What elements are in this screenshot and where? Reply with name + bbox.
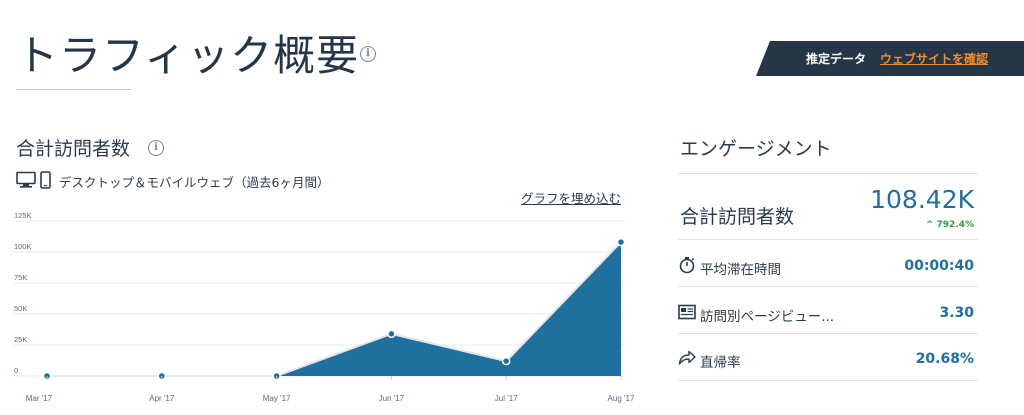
- chart-series: [42, 237, 626, 381]
- info-icon[interactable]: i: [148, 140, 164, 156]
- stopwatch-icon: [679, 257, 695, 274]
- estimate-banner: 推定データ ウェブサイトを確認: [756, 41, 1024, 76]
- y-tick-label: 100K: [14, 242, 32, 251]
- page-title: トラフィック概要: [16, 31, 360, 80]
- x-tick-label: Apr '17: [149, 394, 175, 403]
- bounce-rate-label: 直帰率: [700, 355, 741, 371]
- desktop-icon: [16, 171, 36, 188]
- x-tick-label: Jun '17: [379, 394, 405, 403]
- divider: [678, 173, 978, 174]
- device-icons: [16, 171, 51, 189]
- y-tick-label: 75K: [14, 273, 27, 282]
- avg-duration-value: 00:00:40: [904, 258, 974, 274]
- y-tick-label: 0: [14, 366, 18, 375]
- device-scope-label: デスクトップ＆モバイルウェブ（過去6ヶ月間）: [59, 175, 330, 190]
- pages-icon: [678, 304, 696, 320]
- divider: [678, 286, 978, 287]
- visits-area-chart: 0 25K 50K 75K 100K 125K Mar '17 Apr '17 May '17 J…: [14, 211, 635, 403]
- banner-notch: [756, 41, 770, 76]
- engagement-heading: エンゲージメント: [680, 138, 832, 160]
- y-tick-label: 50K: [14, 304, 27, 313]
- estimate-label: 推定データ: [806, 52, 867, 66]
- divider: [678, 380, 978, 381]
- mobile-icon: [40, 171, 51, 189]
- visits-change-badge: ^ 792.4%: [860, 220, 974, 230]
- x-tick-label: Mar '17: [26, 394, 53, 403]
- visits-heading: 合計訪問者数: [16, 138, 131, 160]
- avg-duration-label: 平均滞在時間: [700, 262, 781, 278]
- data-point[interactable]: [387, 329, 396, 339]
- pages-per-visit-label: 訪問別ページビュー...: [700, 309, 835, 325]
- x-tick-label: May '17: [263, 394, 291, 403]
- visits-change-value: 792.4%: [936, 220, 975, 230]
- divider: [678, 333, 978, 334]
- title-divider: [16, 89, 131, 90]
- x-tick-label: Jul '17: [495, 394, 518, 403]
- bounce-arrow-icon: [678, 350, 696, 365]
- data-point[interactable]: [501, 356, 511, 366]
- y-tick-label: 25K: [14, 335, 27, 344]
- verify-website-link[interactable]: ウェブサイトを確認: [880, 50, 988, 67]
- engagement-visits-value: 108.42K: [870, 185, 974, 214]
- up-arrow-icon: ^: [925, 220, 934, 230]
- pages-per-visit-value: 3.30: [939, 305, 974, 321]
- divider: [678, 239, 978, 240]
- y-tick-label: 125K: [14, 211, 32, 220]
- bounce-rate-value: 20.68%: [915, 351, 974, 367]
- info-icon[interactable]: i: [360, 46, 376, 62]
- data-point[interactable]: [616, 237, 626, 247]
- x-tick-label: Aug '17: [608, 394, 635, 403]
- engagement-visits-label: 合計訪問者数: [680, 206, 795, 228]
